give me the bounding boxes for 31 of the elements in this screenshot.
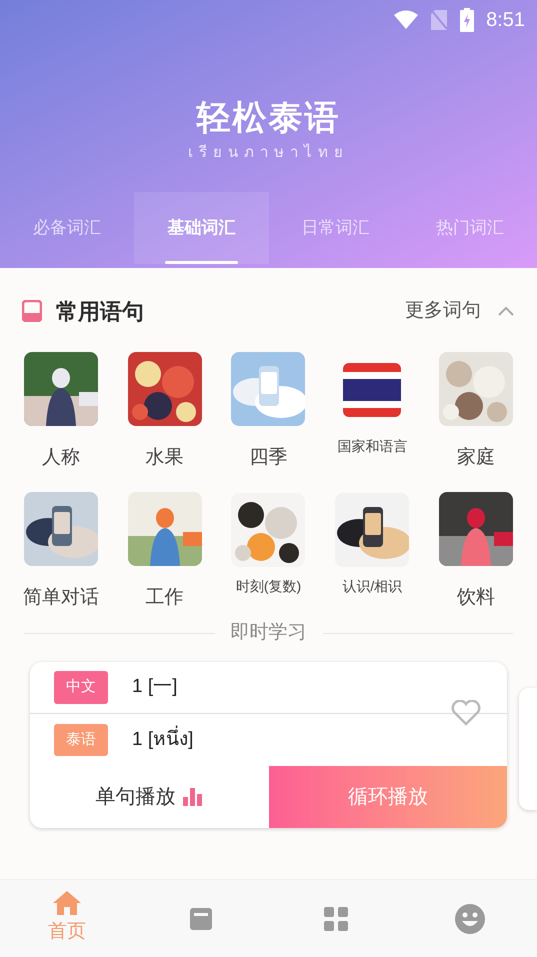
more-link[interactable]: 更多词句 xyxy=(405,296,515,326)
status-time: 8:51 xyxy=(486,8,525,33)
app-title: 轻松泰语 xyxy=(196,98,340,138)
category-item[interactable]: 简单对话 xyxy=(9,492,113,610)
wifi-icon xyxy=(394,10,418,30)
category-item[interactable]: 四季 xyxy=(216,352,320,470)
bars-icon xyxy=(183,788,204,806)
app-subtitle: เรียนภาษาไทย xyxy=(188,142,349,163)
category-item[interactable]: 时刻(复数) xyxy=(216,492,320,610)
battery-icon xyxy=(460,8,474,32)
play-button[interactable]: 单句播放 xyxy=(30,766,268,828)
category-item[interactable]: 水果 xyxy=(112,352,217,470)
category-item[interactable]: 家庭 xyxy=(424,352,528,470)
no-sim-icon xyxy=(430,9,448,31)
category-item[interactable]: 工作 xyxy=(112,492,217,610)
book-icon xyxy=(22,300,42,322)
language-tag: 中文 xyxy=(54,671,108,704)
heart-icon[interactable] xyxy=(451,700,481,726)
phrase-text: 1 [หนึ่ง] xyxy=(132,726,194,754)
category-item[interactable]: 人称 xyxy=(9,352,113,470)
category-item[interactable]: 国家和语言 xyxy=(320,352,424,470)
category-item[interactable]: 饮料 xyxy=(424,492,528,610)
section-title: 常用语句 xyxy=(56,298,144,326)
smiley-icon xyxy=(454,902,486,934)
grid-icon xyxy=(322,904,350,932)
category-item[interactable]: 认识/相识 xyxy=(320,492,424,610)
home-icon xyxy=(52,890,82,916)
phrase-text: 1 [一] xyxy=(132,675,178,700)
language-tag: 泰语 xyxy=(54,724,108,756)
section-heading: 即时学习 xyxy=(230,620,306,645)
thai-flag-icon xyxy=(343,361,402,419)
